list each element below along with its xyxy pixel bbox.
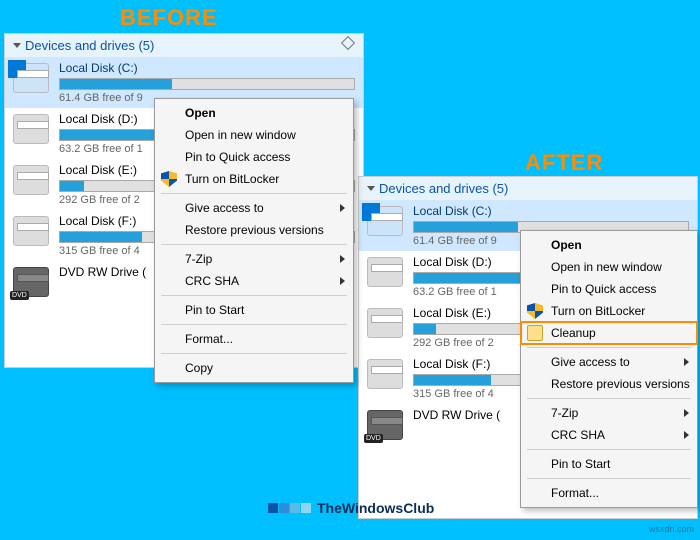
chevron-right-icon xyxy=(684,358,689,366)
menu-item-label: 7-Zip xyxy=(185,252,212,266)
menu-item-turn-on-bitlocker[interactable]: Turn on BitLocker xyxy=(155,168,353,190)
devices-header[interactable]: Devices and drives (5) xyxy=(5,34,363,57)
menu-item-label: Open in new window xyxy=(551,260,662,274)
menu-item-label: Open xyxy=(551,238,582,252)
hard-drive-icon xyxy=(367,257,403,287)
menu-item-open[interactable]: Open xyxy=(521,234,697,256)
menu-separator xyxy=(161,295,347,296)
menu-item-pin-to-start[interactable]: Pin to Start xyxy=(155,299,353,321)
menu-item-give-access-to[interactable]: Give access to xyxy=(155,197,353,219)
menu-item-open-in-new-window[interactable]: Open in new window xyxy=(155,124,353,146)
menu-item-label: Format... xyxy=(185,332,233,346)
menu-item-label: CRC SHA xyxy=(551,428,605,442)
menu-item-restore-previous-versions[interactable]: Restore previous versions xyxy=(155,219,353,241)
hard-drive-icon xyxy=(13,114,49,144)
shield-icon xyxy=(161,171,177,187)
hard-drive-icon xyxy=(13,165,49,195)
menu-item-pin-to-start[interactable]: Pin to Start xyxy=(521,453,697,475)
disk-cleanup-icon xyxy=(527,325,543,341)
dvd-drive-icon: DVD xyxy=(367,410,403,440)
menu-item-format[interactable]: Format... xyxy=(155,328,353,350)
watermark: wsxdn.com xyxy=(649,524,694,534)
drive-name: Local Disk (C:) xyxy=(59,61,355,75)
chevron-right-icon xyxy=(340,255,345,263)
hard-drive-icon xyxy=(13,63,49,93)
usage-bar xyxy=(59,78,355,90)
menu-item-format[interactable]: Format... xyxy=(521,482,697,504)
dvd-drive-icon: DVD xyxy=(13,267,49,297)
menu-item-turn-on-bitlocker[interactable]: Turn on BitLocker xyxy=(521,300,697,322)
devices-header-text: Devices and drives (5) xyxy=(25,38,154,53)
menu-item-label: 7-Zip xyxy=(551,406,578,420)
menu-item-label: Copy xyxy=(185,361,213,375)
menu-item-label: Cleanup xyxy=(551,326,596,340)
menu-separator xyxy=(527,398,691,399)
menu-item-label: Give access to xyxy=(551,355,630,369)
menu-item-label: Format... xyxy=(551,486,599,500)
before-label: BEFORE xyxy=(120,5,218,31)
hard-drive-icon xyxy=(367,359,403,389)
hard-drive-icon xyxy=(367,206,403,236)
chevron-down-icon xyxy=(367,186,375,191)
menu-separator xyxy=(527,449,691,450)
menu-item-give-access-to[interactable]: Give access to xyxy=(521,351,697,373)
context-menu-after: Open Open in new window Pin to Quick acces… xyxy=(520,230,698,508)
chevron-down-icon xyxy=(13,43,21,48)
menu-separator xyxy=(527,347,691,348)
menu-item-open-in-new-window[interactable]: Open in new window xyxy=(521,256,697,278)
hard-drive-icon xyxy=(367,308,403,338)
menu-item-copy[interactable]: Copy xyxy=(155,357,353,379)
menu-separator xyxy=(161,353,347,354)
thewindowsclub-logo: TheWindowsClub xyxy=(268,500,434,516)
chevron-right-icon xyxy=(340,277,345,285)
menu-item-crc-sha[interactable]: CRC SHA xyxy=(521,424,697,446)
menu-item-label: Turn on BitLocker xyxy=(185,172,279,186)
chevron-right-icon xyxy=(340,204,345,212)
menu-item-label: Pin to Start xyxy=(185,303,244,317)
menu-item-pin-to-quick-access[interactable]: Pin to Quick access xyxy=(155,146,353,168)
menu-item-crc-sha[interactable]: CRC SHA xyxy=(155,270,353,292)
dvd-badge: DVD xyxy=(10,291,29,300)
menu-item-label: Pin to Start xyxy=(551,457,610,471)
devices-header-text: Devices and drives (5) xyxy=(379,181,508,196)
menu-item-label: Restore previous versions xyxy=(551,377,690,391)
menu-item-label: Pin to Quick access xyxy=(551,282,656,296)
drive-name: Local Disk (C:) xyxy=(413,204,689,218)
menu-item-label: CRC SHA xyxy=(185,274,239,288)
menu-item-label: Open in new window xyxy=(185,128,296,142)
menu-item-open[interactable]: Open xyxy=(155,102,353,124)
dvd-badge: DVD xyxy=(364,434,383,443)
menu-item-label: Give access to xyxy=(185,201,264,215)
menu-item-label: Restore previous versions xyxy=(185,223,324,237)
chevron-right-icon xyxy=(684,431,689,439)
shield-icon xyxy=(527,303,543,319)
context-menu-before: Open Open in new window Pin to Quick acces… xyxy=(154,98,354,383)
menu-separator xyxy=(161,244,347,245)
hard-drive-icon xyxy=(13,216,49,246)
menu-item-7-zip[interactable]: 7-Zip xyxy=(155,248,353,270)
menu-item-cleanup[interactable]: Cleanup xyxy=(521,322,697,344)
menu-item-pin-to-quick-access[interactable]: Pin to Quick access xyxy=(521,278,697,300)
menu-item-restore-previous-versions[interactable]: Restore previous versions xyxy=(521,373,697,395)
menu-item-label: Turn on BitLocker xyxy=(551,304,645,318)
menu-item-label: Pin to Quick access xyxy=(185,150,290,164)
menu-item-label: Open xyxy=(185,106,216,120)
devices-header[interactable]: Devices and drives (5) xyxy=(359,177,697,200)
after-label: AFTER xyxy=(525,150,603,176)
menu-item-7-zip[interactable]: 7-Zip xyxy=(521,402,697,424)
chevron-right-icon xyxy=(684,409,689,417)
menu-separator xyxy=(161,324,347,325)
menu-separator xyxy=(161,193,347,194)
menu-separator xyxy=(527,478,691,479)
